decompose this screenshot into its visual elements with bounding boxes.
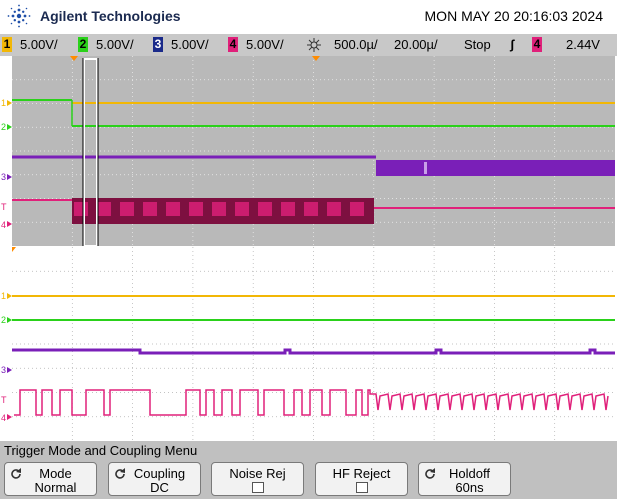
menu-title-bar: Trigger Mode and Coupling Menu xyxy=(0,441,617,460)
zoom-channel-labels: 1 2 3 T 4 xyxy=(1,291,12,423)
top-bar: Agilent Technologies MON MAY 20 20:16:03… xyxy=(0,0,617,34)
ch3-trace-main-gap xyxy=(424,162,427,174)
ch3-label-main: 3 xyxy=(1,172,6,182)
ch1-marker-zoom-icon xyxy=(7,293,12,299)
hf-reject-label: HF Reject xyxy=(316,466,407,481)
ch3-badge: 3 xyxy=(153,37,163,52)
ch4-marker-zoom-icon xyxy=(7,414,12,420)
ch3-marker-zoom-icon xyxy=(7,367,12,373)
ch3-scale[interactable]: 3 5.00V/ xyxy=(153,37,209,52)
ch2-marker-zoom-icon xyxy=(7,317,12,323)
trigger-source-badge: 4 xyxy=(532,37,542,52)
timebase-value[interactable]: 20.00µ/ xyxy=(394,37,438,52)
brand-name: Agilent Technologies xyxy=(40,8,181,24)
ch4-badge: 4 xyxy=(228,37,238,52)
ch4-scale-value: 5.00V/ xyxy=(246,37,284,52)
delay-sun-icon xyxy=(306,38,322,52)
trigger-slope-icon: ʃ xyxy=(510,37,514,52)
ch2-scale-value: 5.00V/ xyxy=(96,37,134,52)
mode-softkey[interactable]: Mode Normal xyxy=(4,462,97,496)
coupling-label: Coupling xyxy=(109,466,200,481)
ch4-label-main: 4 xyxy=(1,220,6,230)
softkey-bar: Mode Normal Coupling DC Noise Rej HF Rej… xyxy=(0,460,617,499)
ch4-burst-packet xyxy=(212,202,226,216)
ch2-badge: 2 xyxy=(78,37,88,52)
mode-label: Mode xyxy=(5,466,96,481)
holdoff-softkey[interactable]: Holdoff 60ns xyxy=(418,462,511,496)
ch2-label-main: 2 xyxy=(1,122,6,132)
ch4-scale[interactable]: 4 5.00V/ xyxy=(228,37,284,52)
waveform-display[interactable]: 1 2 3 T 4 1 2 3 T 4 xyxy=(0,56,617,441)
ch4-burst-packet xyxy=(97,202,111,216)
trig-label-zoom: T xyxy=(1,395,7,405)
ch1-scale-value: 5.00V/ xyxy=(20,37,58,52)
run-state[interactable]: Stop xyxy=(464,37,491,52)
ch4-burst-packet xyxy=(143,202,157,216)
ch3-scale-value: 5.00V/ xyxy=(171,37,209,52)
status-bar: 15.00V/ 25.00V/ 35.00V/ 45.00V/ 500.0µ/ … xyxy=(0,34,617,56)
ch4-burst-packet xyxy=(189,202,203,216)
trigger-source[interactable]: 4 xyxy=(532,37,550,52)
holdoff-value: 60ns xyxy=(419,480,510,495)
ch4-label-zoom: 4 xyxy=(1,413,6,423)
ch3-trace-main-burst xyxy=(376,160,615,176)
ch4-burst-packet xyxy=(74,202,88,216)
ch4-burst-packet xyxy=(258,202,272,216)
menu-title: Trigger Mode and Coupling Menu xyxy=(4,443,197,458)
ch3-label-zoom: 3 xyxy=(1,365,6,375)
ch1-label-zoom: 1 xyxy=(1,291,6,301)
mode-value: Normal xyxy=(5,480,96,495)
noise-reject-label: Noise Rej xyxy=(212,466,303,481)
coupling-softkey[interactable]: Coupling DC xyxy=(108,462,201,496)
noise-reject-softkey[interactable]: Noise Rej xyxy=(211,462,304,496)
ch4-burst-packet xyxy=(166,202,180,216)
hf-reject-checkbox[interactable] xyxy=(356,482,368,493)
ch4-burst-packet xyxy=(235,202,249,216)
ch4-burst-packet xyxy=(327,202,341,216)
ch1-badge: 1 xyxy=(2,37,12,52)
date-time: MON MAY 20 20:16:03 2024 xyxy=(425,8,603,24)
noise-reject-checkbox[interactable] xyxy=(252,482,264,493)
holdoff-label: Holdoff xyxy=(419,466,510,481)
ch4-burst-packet xyxy=(120,202,134,216)
agilent-logo-icon xyxy=(6,3,32,29)
ch2-scale[interactable]: 2 5.00V/ xyxy=(78,37,134,52)
hf-reject-softkey[interactable]: HF Reject xyxy=(315,462,408,496)
ch1-label-main: 1 xyxy=(1,98,6,108)
ch4-burst-packet xyxy=(281,202,295,216)
trigger-level[interactable]: 2.44V xyxy=(566,37,600,52)
ch2-label-zoom: 2 xyxy=(1,315,6,325)
trig-label-main: T xyxy=(1,202,7,212)
ch4-burst-packet xyxy=(304,202,318,216)
ch1-scale[interactable]: 1 5.00V/ xyxy=(2,37,58,52)
delay-value[interactable]: 500.0µ/ xyxy=(334,37,378,52)
ch4-burst-packet xyxy=(350,202,364,216)
coupling-value: DC xyxy=(109,480,200,495)
